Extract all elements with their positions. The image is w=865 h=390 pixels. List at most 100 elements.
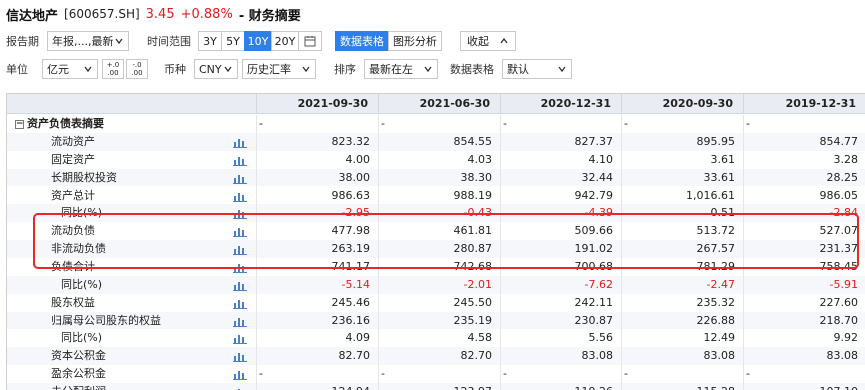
row-label: 同比(%) xyxy=(61,206,103,220)
table-cell: 230.87 xyxy=(500,311,621,330)
table-row: 非流动负债 263.19 280.87 191.02 267.57 231.37 xyxy=(7,240,865,259)
table-cell: -2.84 xyxy=(743,204,865,223)
bar-chart-icon[interactable] xyxy=(233,154,247,166)
table-cell: 854.55 xyxy=(378,133,500,151)
table-cell: 3.28 xyxy=(743,150,865,169)
fx-select[interactable]: 历史汇率 xyxy=(242,59,316,79)
report-period-select[interactable]: 年报,...,最新 xyxy=(47,31,129,51)
table-cell: 124.94 xyxy=(256,382,378,390)
table-cell: 83.08 xyxy=(743,347,865,366)
table-cell: - xyxy=(378,365,500,384)
table-row: 归属母公司股东的权益 236.16 235.19 230.87 226.88 218.70 xyxy=(7,311,865,330)
bar-chart-icon[interactable] xyxy=(233,261,247,273)
bar-chart-icon[interactable] xyxy=(233,207,247,220)
table-cell: 742.68 xyxy=(378,257,500,276)
unit-label: 单位 xyxy=(6,63,28,76)
time-range-group: 3Y 5Y 10Y 20Y xyxy=(198,31,322,51)
table-cell: 82.70 xyxy=(256,347,378,366)
time-range-5y[interactable]: 5Y xyxy=(221,31,245,51)
table-cell: 107.10 xyxy=(743,382,865,390)
tab-data-table[interactable]: 数据表格 xyxy=(335,31,389,51)
column-header[interactable]: 2021-09-30 xyxy=(256,94,378,114)
bar-chart-icon[interactable] xyxy=(233,172,247,184)
table-row: 流动资产 823.32 854.55 827.37 895.95 854.77 xyxy=(7,133,865,151)
row-label: 固定资产 xyxy=(51,152,95,166)
report-period-value: 年报,...,最新 xyxy=(52,35,114,48)
table-cell: 83.08 xyxy=(621,347,743,366)
time-range-20y[interactable]: 20Y xyxy=(271,31,299,51)
table-cell: 235.19 xyxy=(378,311,500,330)
bar-chart-icon[interactable] xyxy=(233,136,247,148)
table-cell: 700.68 xyxy=(500,257,621,276)
table-cell: -0.43 xyxy=(378,204,500,223)
table-cell: 12.49 xyxy=(621,329,743,348)
decimal-decrease-button[interactable]: -.0.00 xyxy=(126,59,148,79)
chevron-down-icon xyxy=(558,66,566,73)
table-cell: -7.62 xyxy=(500,275,621,294)
table-cell: 4.03 xyxy=(378,150,500,169)
section-row: − 资产负债表摘要 - - - - - xyxy=(7,115,865,133)
collapse-button[interactable]: 收起 xyxy=(460,31,516,51)
table-cell: 942.79 xyxy=(500,186,621,205)
table-cell: 3.61 xyxy=(621,150,743,169)
bar-chart-icon[interactable] xyxy=(233,297,247,309)
title-bar: 信达地产 [600657.SH] 3.45 +0.88% - 财务摘要 xyxy=(6,4,301,24)
column-header[interactable]: 2020-12-31 xyxy=(500,94,621,114)
sort-select[interactable]: 最新在左 xyxy=(364,59,438,79)
section-title[interactable]: − 资产负债表摘要 xyxy=(15,115,104,133)
table-row: 长期股权投资 38.00 38.30 32.44 33.61 28.25 xyxy=(7,168,865,187)
decimal-increase-button[interactable]: +.0.00 xyxy=(102,59,124,79)
bar-chart-icon[interactable] xyxy=(233,190,247,202)
column-header[interactable]: 2019-12-31 xyxy=(743,94,865,114)
table-cell: -4.39 xyxy=(500,204,621,223)
table-row: 未分配利润 124.94123.97119.26115.28107.10 xyxy=(7,382,865,390)
stock-price: 3.45 xyxy=(145,6,175,22)
table-cell: -5.14 xyxy=(256,275,378,294)
table-cell: 267.57 xyxy=(621,240,743,259)
currency-select[interactable]: CNY xyxy=(194,59,238,79)
unit-select[interactable]: 亿元 xyxy=(42,59,98,79)
bar-chart-icon[interactable] xyxy=(233,315,247,327)
table-cell: 9.92 xyxy=(743,329,865,348)
bar-chart-icon[interactable] xyxy=(233,225,247,238)
bar-chart-icon[interactable] xyxy=(233,386,247,390)
bar-chart-icon[interactable] xyxy=(233,332,247,345)
time-range-10y[interactable]: 10Y xyxy=(244,31,272,51)
financial-table: 2021-09-30 2021-06-30 2020-12-31 2020-09… xyxy=(6,93,865,390)
table-cell: 5.56 xyxy=(500,329,621,348)
table-cell: -2.47 xyxy=(621,275,743,294)
table-cell: 82.70 xyxy=(378,347,500,366)
chevron-down-icon xyxy=(224,66,232,73)
table-cell: 527.07 xyxy=(743,222,865,241)
calendar-button[interactable] xyxy=(298,31,322,51)
bar-chart-icon[interactable] xyxy=(233,350,247,363)
table-row: 资产总计 986.63 988.19 942.79 1,016.61 986.05 xyxy=(7,186,865,205)
report-period-label: 报告期 xyxy=(6,35,39,48)
table-cell: 38.00 xyxy=(256,168,378,187)
table-cell: -2.01 xyxy=(378,275,500,294)
unit-value: 亿元 xyxy=(47,63,69,76)
tab-chart-analysis[interactable]: 图形分析 xyxy=(388,31,442,51)
table-header: 2021-09-30 2021-06-30 2020-12-31 2020-09… xyxy=(7,94,865,114)
page-title: - 财务摘要 xyxy=(238,8,301,24)
column-header[interactable]: 2020-09-30 xyxy=(621,94,743,114)
row-label: 流动资产 xyxy=(51,135,95,148)
time-range-3y[interactable]: 3Y xyxy=(198,31,222,51)
bar-chart-icon[interactable] xyxy=(233,243,247,256)
table-cell: 32.44 xyxy=(500,168,621,187)
column-header[interactable]: 2021-06-30 xyxy=(378,94,500,114)
row-label: 股东权益 xyxy=(51,295,95,309)
table-mode-value: 默认 xyxy=(507,63,529,76)
view-tabs: 数据表格 图形分析 xyxy=(335,31,442,51)
table-mode-select[interactable]: 默认 xyxy=(502,59,572,79)
calendar-icon xyxy=(304,36,316,47)
collapse-toggle-icon[interactable]: − xyxy=(15,119,24,129)
table-cell: 4.00 xyxy=(256,150,378,169)
bar-chart-icon[interactable] xyxy=(233,279,247,291)
row-label: 资本公积金 xyxy=(51,349,106,363)
row-label: 流动负债 xyxy=(51,224,95,238)
table-row: 负债合计 741.17 742.68 700.68 781.29 758.45 xyxy=(7,257,865,276)
row-label: 长期股权投资 xyxy=(51,170,117,184)
table-cell: 38.30 xyxy=(378,168,500,187)
bar-chart-icon[interactable] xyxy=(233,368,247,381)
